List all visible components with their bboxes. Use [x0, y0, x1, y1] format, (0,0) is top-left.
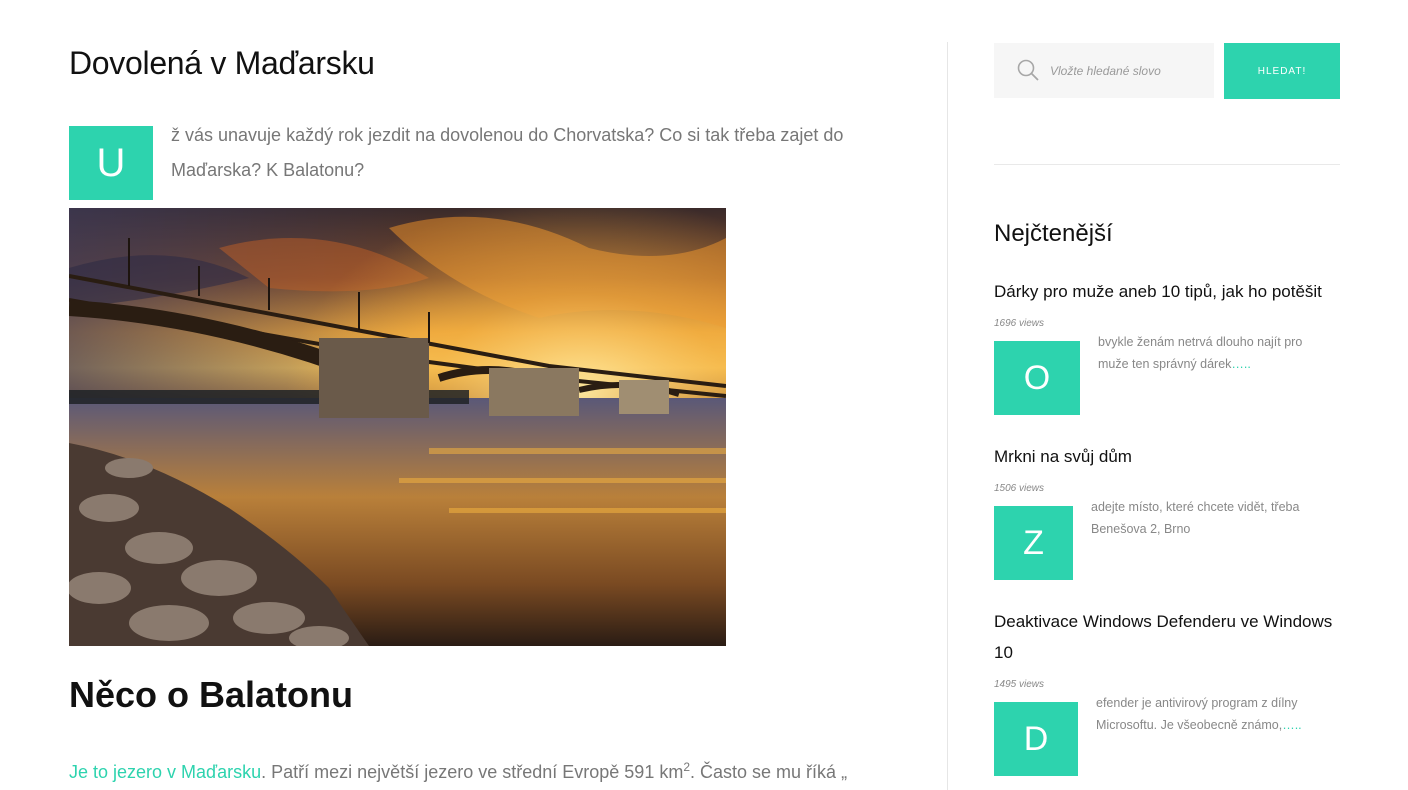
search-button[interactable]: HLEDAT!	[1224, 43, 1340, 99]
post-excerpt: adejte místo, které chcete vidět, třeba …	[1091, 496, 1321, 540]
bridge-sunset-image	[69, 208, 726, 646]
sidebar-divider	[994, 164, 1340, 165]
popular-post: Deaktivace Windows Defenderu ve Windows …	[994, 606, 1340, 776]
post-dropcap: O	[994, 341, 1080, 415]
article-paragraph: Je to jezero v Maďarsku. Patří mezi nejv…	[69, 750, 899, 789]
post-views: 1495 views	[994, 679, 1045, 690]
sidebar: HLEDAT! Nejčtenější Dárky pro muže aneb …	[994, 0, 1340, 790]
post-excerpt: bvykle ženám netrvá dlouho najít pro muž…	[1098, 331, 1328, 375]
post-views: 1696 views	[994, 318, 1045, 329]
post-body: Z adejte místo, které chcete vidět, třeb…	[994, 500, 1340, 580]
widget-title: Nejčtenější	[994, 220, 1113, 247]
paragraph-text-1: . Patří mezi největší jezero ve střední …	[261, 762, 684, 782]
post-dropcap: Z	[994, 506, 1073, 580]
column-divider	[947, 42, 948, 790]
post-title-link[interactable]: Mrkni na svůj dům	[994, 441, 1340, 472]
article-intro: ž vás unavuje každý rok jezdit na dovole…	[171, 125, 844, 180]
popular-post: Mrkni na svůj dům 1506 views Z adejte mí…	[994, 441, 1340, 580]
search-box	[994, 43, 1214, 98]
read-more-link[interactable]: …..	[1231, 357, 1250, 371]
page-title: Dovolená v Maďarsku	[69, 45, 375, 81]
article-dropcap: U	[69, 126, 153, 200]
balaton-link[interactable]: Je to jezero v Maďarsku	[69, 762, 261, 782]
main-content: Dovolená v Maďarsku U ž vás unavuje každ…	[69, 0, 899, 790]
search-icon	[1017, 59, 1039, 81]
post-excerpt-text: adejte místo, které chcete vidět, třeba …	[1091, 500, 1300, 536]
search-input[interactable]	[1050, 43, 1210, 98]
hero-image	[69, 208, 726, 646]
post-views: 1506 views	[994, 483, 1045, 494]
post-title-link[interactable]: Deaktivace Windows Defenderu ve Windows …	[994, 606, 1340, 668]
post-body: O bvykle ženám netrvá dlouho najít pro m…	[994, 335, 1340, 415]
section-title: Něco o Balatonu	[69, 674, 354, 715]
popular-post: Dárky pro muže aneb 10 tipů, jak ho potě…	[994, 276, 1340, 415]
post-body: D efender je antivirový program z dílny …	[994, 696, 1340, 776]
post-excerpt-text: bvykle ženám netrvá dlouho najít pro muž…	[1098, 335, 1303, 371]
read-more-link[interactable]: …..	[1282, 718, 1301, 732]
paragraph-text-2: . Často se mu říká „	[690, 762, 848, 782]
superscript: 2	[683, 760, 691, 774]
post-excerpt: efender je antivirový program z dílny Mi…	[1096, 692, 1326, 736]
post-title-link[interactable]: Dárky pro muže aneb 10 tipů, jak ho potě…	[994, 276, 1340, 307]
post-excerpt-text: efender je antivirový program z dílny Mi…	[1096, 696, 1298, 732]
post-dropcap: D	[994, 702, 1078, 776]
